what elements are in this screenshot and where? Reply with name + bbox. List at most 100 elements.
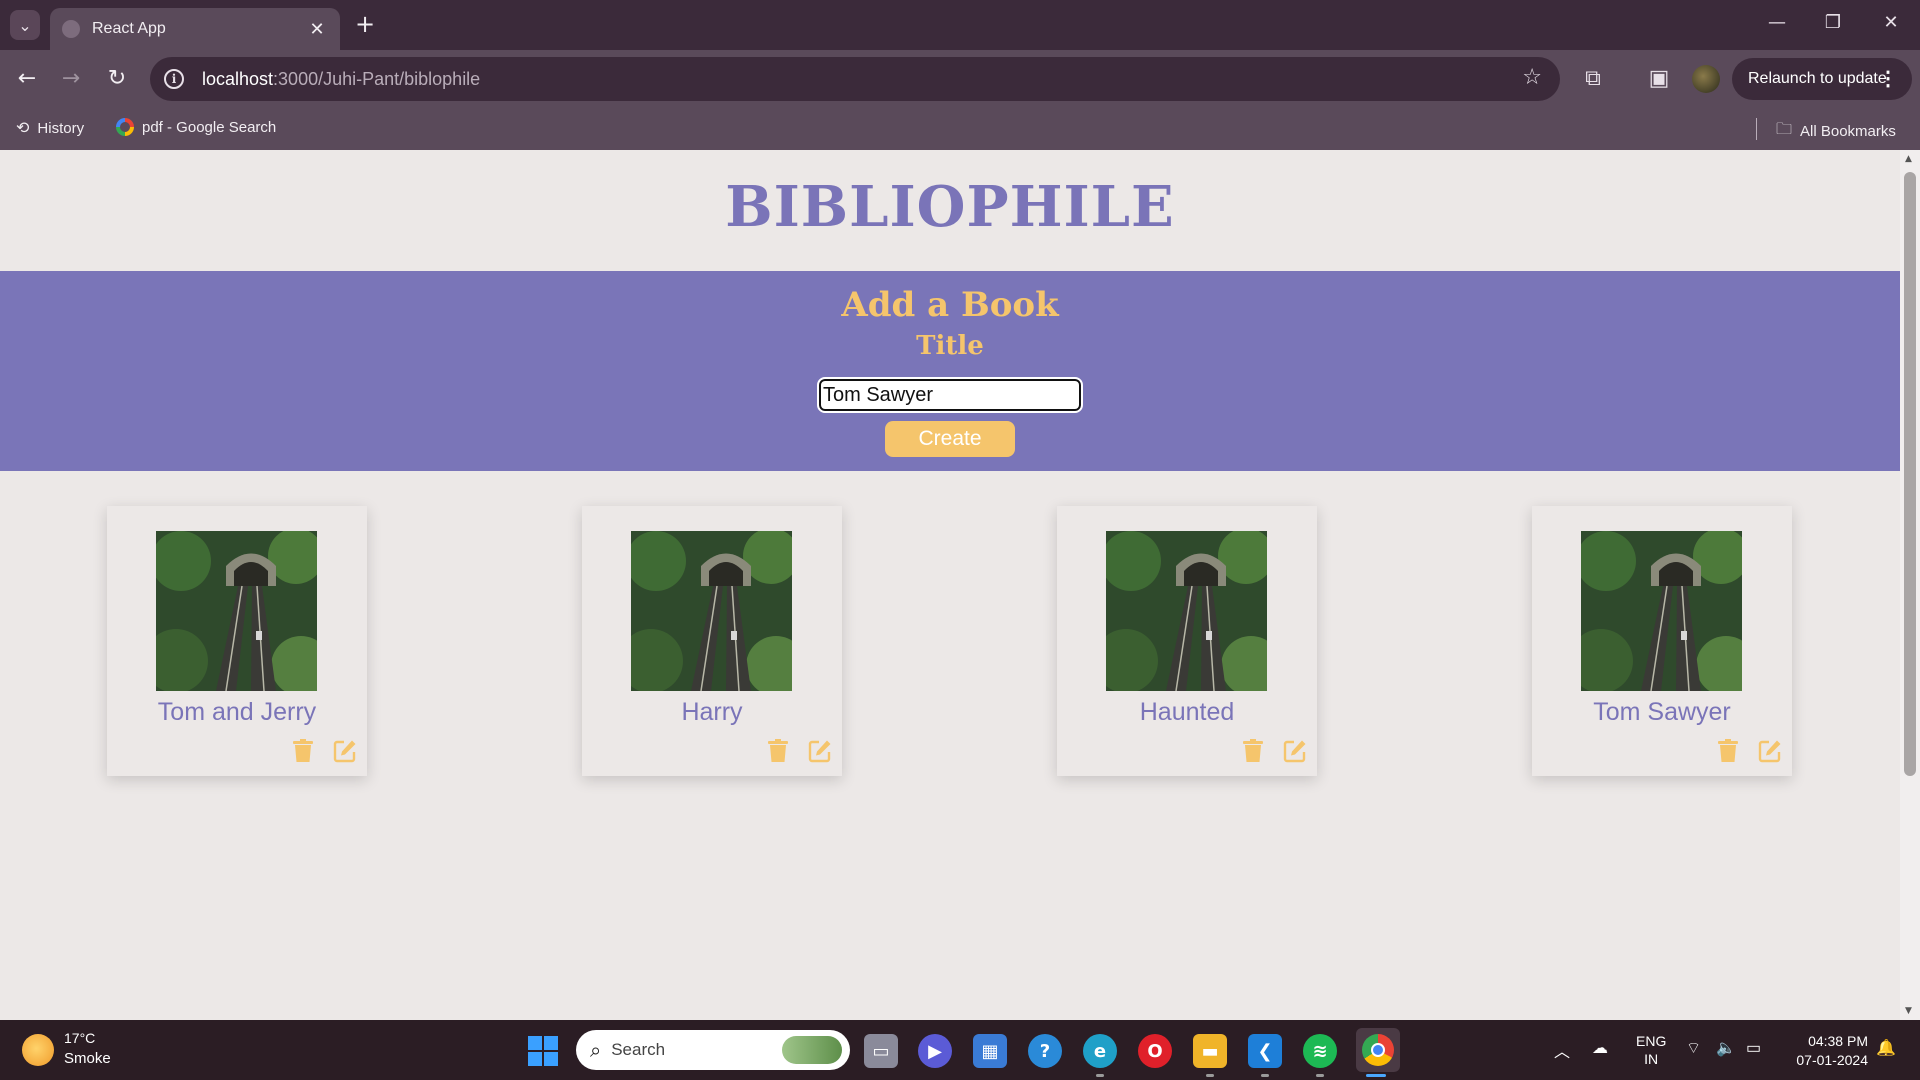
spotify-icon[interactable]: ≋ — [1303, 1034, 1337, 1068]
task-view-icon[interactable]: ▭ — [864, 1034, 898, 1068]
trash-icon — [1718, 739, 1738, 762]
battery-icon[interactable]: ▭ — [1746, 1038, 1761, 1058]
minimize-button[interactable]: — — [1762, 12, 1792, 38]
book-card: Haunted — [1057, 506, 1317, 776]
edit-icon — [1758, 740, 1781, 763]
opera-icon[interactable]: O — [1138, 1034, 1172, 1068]
weather-desc: Smoke — [64, 1050, 111, 1067]
close-window-button[interactable]: ✕ — [1876, 12, 1906, 38]
trash-icon — [768, 739, 788, 762]
side-panel-icon[interactable]: ▣ — [1644, 64, 1674, 94]
tab-favicon-icon — [62, 20, 80, 38]
app-running-indicator — [1206, 1074, 1214, 1077]
book-cover-image — [631, 531, 792, 691]
create-button[interactable]: Create — [885, 421, 1015, 457]
chevron-up-icon[interactable]: ︿ — [1554, 1038, 1570, 1062]
app-active-indicator — [1366, 1074, 1386, 1077]
address-bar[interactable]: i localhost:3000/Juhi-Pant/biblophile ☆ — [150, 57, 1560, 101]
chrome-icon[interactable] — [1356, 1028, 1400, 1072]
history-icon: ⟲ — [16, 120, 30, 137]
bookmark-history[interactable]: ⟲ History — [16, 118, 84, 138]
delete-button[interactable] — [291, 738, 315, 764]
meet-icon[interactable]: ▶ — [918, 1034, 952, 1068]
add-book-form: Add a Book Title Create — [0, 271, 1900, 471]
google-icon — [116, 118, 134, 136]
edit-icon — [333, 740, 356, 763]
weather-icon[interactable] — [22, 1034, 54, 1066]
title-label: Title — [916, 331, 984, 361]
edit-icon — [808, 740, 831, 763]
more-menu-icon[interactable]: ⋮ — [1878, 66, 1898, 91]
bookmarks-bar: ⟲ History pdf - Google Search 🗀 All Book… — [0, 108, 1920, 150]
edit-button[interactable] — [1758, 738, 1782, 764]
back-button[interactable]: ← — [12, 64, 42, 94]
delete-button[interactable] — [1716, 738, 1740, 764]
edge-icon[interactable]: e — [1083, 1034, 1117, 1068]
scroll-up-icon[interactable]: ▲ — [1905, 154, 1912, 164]
book-title: Haunted — [1139, 698, 1235, 726]
page-title: BIBLIOPHILE — [725, 174, 1175, 240]
scroll-down-icon[interactable]: ▼ — [1905, 1006, 1912, 1016]
app-running-indicator — [1261, 1074, 1269, 1077]
title-input[interactable] — [817, 377, 1083, 413]
site-info-icon[interactable]: i — [164, 69, 184, 89]
bookmarks-divider — [1756, 118, 1757, 140]
wifi-icon[interactable]: ⌔ — [1686, 1038, 1701, 1058]
close-tab-icon[interactable]: ✕ — [306, 19, 328, 40]
reload-button[interactable]: ↻ — [102, 64, 132, 94]
weather-temp: 17°C — [64, 1030, 96, 1046]
notification-bell-icon[interactable]: 🔔 — [1876, 1038, 1896, 1058]
trash-icon — [1243, 739, 1263, 762]
delete-button[interactable] — [1241, 738, 1265, 764]
forward-button[interactable]: → — [56, 64, 86, 94]
edit-icon — [1283, 740, 1306, 763]
search-icon: ⌕ — [590, 1038, 602, 1062]
book-cover-image — [156, 531, 317, 691]
tab-bar: ⌄ React App ✕ + — ❐ ✕ — [0, 0, 1920, 50]
book-cover-image — [1581, 531, 1742, 691]
new-tab-button[interactable]: + — [352, 12, 378, 38]
book-title: Harry — [681, 698, 743, 726]
page-scrollbar[interactable]: ▲ ▼ — [1900, 150, 1920, 1020]
app-running-indicator — [1096, 1074, 1104, 1077]
clock[interactable]: 04:38 PM 07-01-2024 — [1784, 1032, 1868, 1070]
relaunch-button[interactable]: Relaunch to update ⋮ — [1732, 58, 1912, 100]
tab-react-app[interactable]: React App ✕ — [50, 8, 340, 50]
store-icon[interactable]: ▦ — [973, 1034, 1007, 1068]
vscode-icon[interactable]: ❮ — [1248, 1034, 1282, 1068]
bookmark-star-icon[interactable]: ☆ — [1522, 65, 1542, 90]
profile-avatar[interactable] — [1692, 65, 1720, 93]
taskbar: 17°C Smoke ⌕ Search ▭ ▶ ▦ ? e O ▬ ❮ ≋ ︿ … — [0, 1020, 1920, 1080]
trash-icon — [293, 739, 313, 762]
edit-button[interactable] — [808, 738, 832, 764]
tab-search-button[interactable]: ⌄ — [10, 10, 40, 40]
language-indicator[interactable]: ENG IN — [1636, 1032, 1666, 1068]
edit-button[interactable] — [1283, 738, 1307, 764]
all-bookmarks-button[interactable]: 🗀 All Bookmarks — [1776, 118, 1896, 145]
folder-icon: 🗀 — [1776, 121, 1793, 138]
scroll-thumb[interactable] — [1904, 172, 1916, 776]
edit-button[interactable] — [333, 738, 357, 764]
file-explorer-icon[interactable]: ▬ — [1193, 1034, 1227, 1068]
form-heading: Add a Book — [841, 285, 1059, 325]
taskbar-search[interactable]: ⌕ Search — [576, 1030, 850, 1070]
book-title: Tom and Jerry — [157, 698, 317, 726]
browser-toolbar: ← → ↻ i localhost:3000/Juhi-Pant/bibloph… — [0, 50, 1920, 108]
book-card: Harry — [582, 506, 842, 776]
page-content: BIBLIOPHILE Add a Book Title Create Tom … — [0, 150, 1900, 1020]
start-button[interactable] — [528, 1036, 558, 1066]
onedrive-icon[interactable]: ☁ — [1592, 1038, 1608, 1058]
url-text: localhost:3000/Juhi-Pant/biblophile — [202, 68, 481, 89]
book-card: Tom and Jerry — [107, 506, 367, 776]
bookmark-google-search[interactable]: pdf - Google Search — [116, 118, 276, 136]
app-running-indicator — [1316, 1074, 1324, 1077]
delete-button[interactable] — [766, 738, 790, 764]
help-icon[interactable]: ? — [1028, 1034, 1062, 1068]
book-title: Tom Sawyer — [1593, 698, 1731, 726]
volume-icon[interactable]: 🔈 — [1716, 1038, 1736, 1058]
search-highlight-image — [782, 1036, 842, 1064]
restore-button[interactable]: ❐ — [1818, 12, 1848, 38]
book-cover-image — [1106, 531, 1267, 691]
extensions-icon[interactable]: ⧉ — [1578, 64, 1608, 94]
tab-title: React App — [92, 20, 166, 37]
